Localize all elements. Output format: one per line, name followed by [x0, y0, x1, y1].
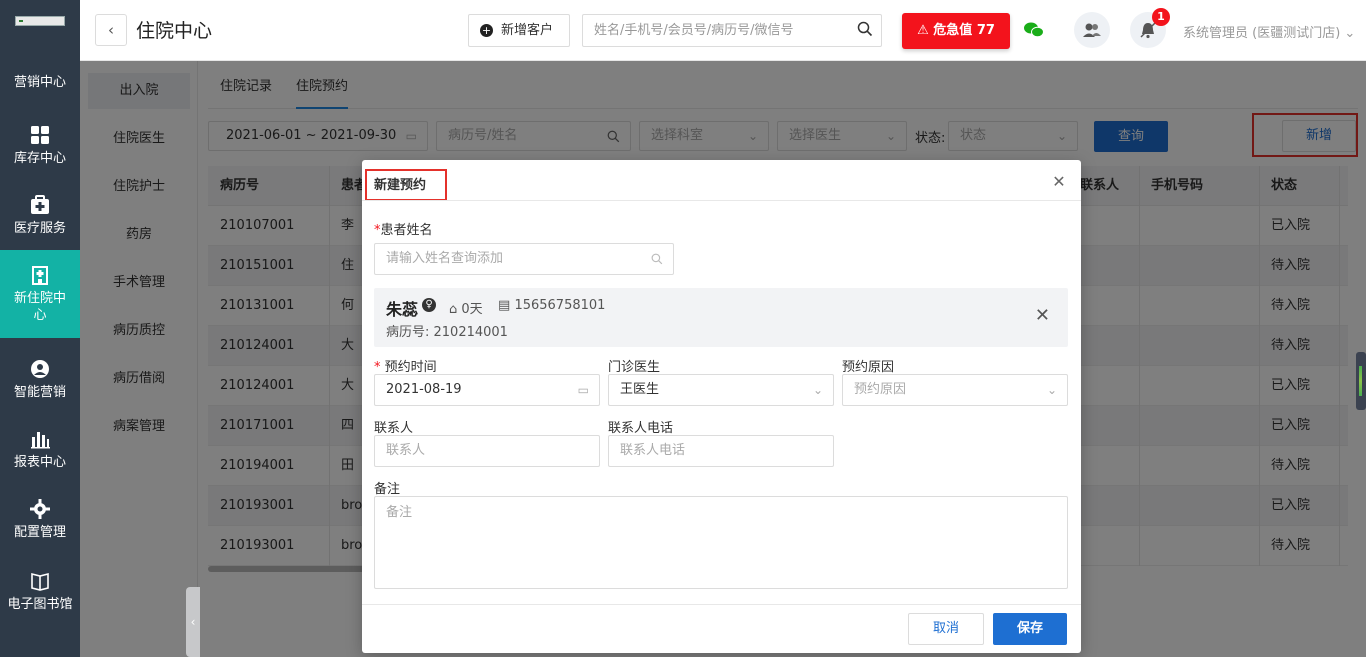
patient-phone-value: 15656758101 [514, 298, 606, 313]
contact-placeholder: 联系人 [386, 443, 426, 458]
patient-name: 朱蕊 [386, 300, 419, 319]
page-title: 住院中心 [136, 20, 213, 42]
nav-item-label: 智能营销 [13, 385, 66, 400]
add-customer-button[interactable]: + 新增客户 [468, 14, 570, 47]
reason-label: 预约原因 [842, 360, 895, 375]
header: ‹ 住院中心 + 新增客户 ⚠ 危急值 77 1 系统管理员 (医疆测试门店) … [80, 0, 1366, 61]
medical-kit-icon [29, 194, 51, 216]
search-icon [651, 244, 663, 276]
reason-select[interactable]: 预约原因 ⌄ [842, 374, 1068, 406]
collapse-handle[interactable]: ‹ [186, 587, 200, 657]
patient-search-placeholder: 请输入姓名查询添加 [386, 251, 504, 266]
divider [362, 604, 1081, 605]
nav-item-label: 医疗服务 [13, 221, 66, 236]
patient-phone: ▤ 15656758101 [498, 298, 605, 313]
global-search-input[interactable] [583, 15, 843, 46]
book-icon [29, 570, 51, 592]
critical-value-button[interactable]: ⚠ 危急值 77 [902, 13, 1010, 49]
nav-item-label: 报表中心 [13, 455, 66, 470]
remove-patient-icon[interactable]: ✕ [1035, 306, 1050, 326]
appointment-date-value: 2021-08-19 [386, 382, 462, 397]
add-customer-label: 新增客户 [501, 23, 554, 38]
nav-item-inpatient[interactable]: 新住院中心 [0, 250, 80, 338]
patient-record-number: 病历号: 210214001 [386, 325, 508, 340]
close-icon[interactable]: ✕ [1049, 172, 1069, 192]
bar-chart-icon [29, 428, 51, 450]
user-menu[interactable]: 系统管理员 (医疆测试门店) ⌄ [1183, 22, 1355, 41]
chevron-left-icon: ‹ [108, 21, 114, 39]
patient-age-value: 0天 [461, 302, 483, 317]
logo [15, 16, 65, 26]
grid-icon [29, 124, 51, 146]
divider [362, 200, 1081, 201]
gender-icon: ♀ [422, 298, 436, 312]
nav-item-config[interactable]: 配置管理 [0, 498, 80, 541]
appointment-time-label-text: 预约时间 [384, 360, 437, 375]
user-name: 系统管理员 (医疆测试门店) [1183, 26, 1341, 41]
notification-badge: 1 [1152, 8, 1170, 26]
chevron-down-icon: ⌄ [1046, 383, 1057, 397]
nav-item-smart-marketing[interactable]: 智能营销 [0, 358, 80, 401]
nav-item-marketing[interactable]: 营销中心 [0, 74, 80, 91]
side-drawer-handle[interactable] [1356, 352, 1366, 410]
chevron-left-icon: ‹ [190, 615, 196, 629]
appointment-date-picker[interactable]: 2021-08-19 ▭ [374, 374, 600, 406]
back-button[interactable]: ‹ [95, 14, 127, 46]
reason-placeholder: 预约原因 [854, 382, 907, 397]
bell-off-icon [1139, 22, 1157, 43]
save-button[interactable]: 保存 [993, 613, 1067, 645]
chevron-down-icon: ⌄ [812, 383, 823, 397]
contact-input[interactable]: 联系人 [374, 435, 600, 467]
selected-patient-card: 朱蕊 ♀ ⌂ 0天 ▤ 15656758101 病历号: 210214001 ✕ [374, 288, 1068, 347]
nav-item-medical[interactable]: 医疗服务 [0, 194, 80, 237]
doctor-select[interactable]: 王医生 ⌄ [608, 374, 834, 406]
note-label: 备注 [374, 482, 401, 497]
contact-label: 联系人 [374, 421, 414, 436]
nav-item-label: 电子图书馆 [7, 597, 73, 612]
global-search [582, 14, 882, 47]
contact-phone-label: 联系人电话 [608, 421, 674, 436]
contact-phone-input[interactable]: 联系人电话 [608, 435, 834, 467]
patient-search-input[interactable]: 请输入姓名查询添加 [374, 243, 674, 275]
nav-item-label: 新住院中心 [13, 291, 66, 323]
wechat-icon [1023, 22, 1045, 43]
required-mark: * [374, 360, 381, 375]
patient-age: ⌂ 0天 [449, 298, 483, 317]
nav-item-label: 库存中心 [13, 151, 66, 166]
nav-item-inventory[interactable]: 库存中心 [0, 124, 80, 167]
doctor-value: 王医生 [620, 382, 660, 397]
smart-marketing-icon [29, 358, 51, 380]
new-appointment-dialog: 新建预约 ✕ *患者姓名 请输入姓名查询添加 朱蕊 ♀ ⌂ 0天 ▤ 15656… [362, 160, 1081, 653]
cancel-button[interactable]: 取消 [908, 613, 984, 645]
critical-value-count: 77 [976, 23, 995, 38]
nav-item-label: 配置管理 [13, 525, 66, 540]
patient-name-label: *患者姓名 [374, 219, 433, 238]
search-icon[interactable] [857, 21, 873, 37]
appointment-time-label: * 预约时间 [374, 356, 437, 375]
users-button[interactable] [1074, 12, 1110, 48]
alert-icon: ⚠ [917, 23, 929, 38]
left-nav: 营销中心 库存中心 医疗服务 新住院中心 智能营销 报表中心 配置管理 电子图书… [0, 0, 80, 657]
dialog-title: 新建预约 [374, 178, 427, 193]
plus-icon: + [480, 24, 493, 37]
contact-phone-placeholder: 联系人电话 [620, 443, 686, 458]
note-textarea[interactable]: 备注 [374, 496, 1068, 589]
gear-icon [29, 498, 51, 520]
wechat-button[interactable] [1016, 12, 1052, 48]
nav-item-label: 营销中心 [13, 75, 66, 90]
patient-name-label-text: 患者姓名 [380, 223, 433, 238]
doctor-label: 门诊医生 [608, 360, 661, 375]
note-placeholder: 备注 [386, 505, 413, 520]
users-icon [1082, 23, 1102, 42]
critical-value-label: 危急值 [933, 23, 973, 38]
nav-item-reports[interactable]: 报表中心 [0, 428, 80, 471]
calendar-icon: ▭ [577, 383, 589, 397]
chevron-down-icon: ⌄ [1344, 26, 1356, 41]
hospital-icon [29, 264, 51, 286]
id-card-icon: ▤ [498, 298, 511, 313]
nav-item-library[interactable]: 电子图书馆 [0, 570, 80, 613]
cake-icon: ⌂ [449, 302, 458, 317]
